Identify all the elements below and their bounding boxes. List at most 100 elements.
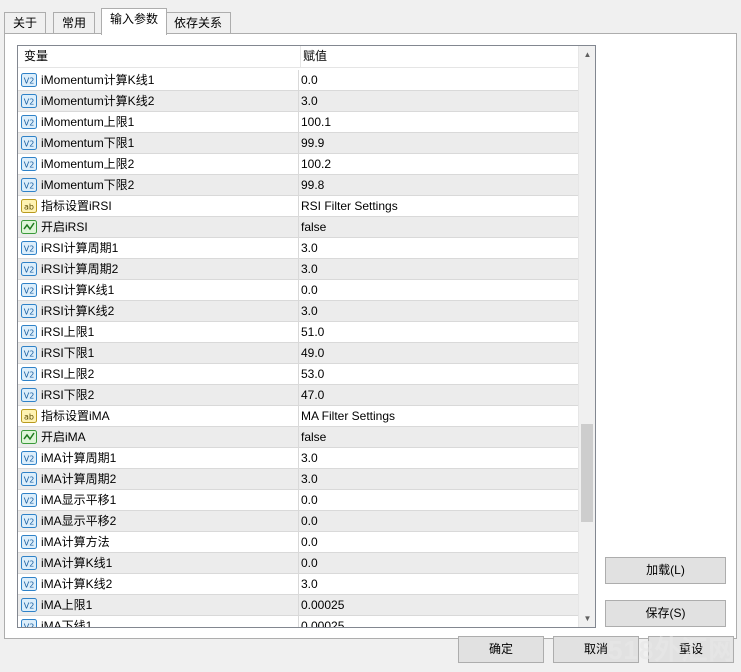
parameter-name: iRSI计算周期2 [41, 262, 119, 276]
parameter-name: iRSI计算周期1 [41, 241, 119, 255]
parameter-value[interactable]: 0.00025 [298, 595, 578, 615]
grid-row[interactable]: 开启iMA false [18, 427, 578, 448]
grid-row[interactable]: V2 iMA计算方法 0.0 [18, 532, 578, 553]
grid-row[interactable]: V2 iMA显示平移2 0.0 [18, 511, 578, 532]
grid-row[interactable]: V2 iRSI计算周期2 3.0 [18, 259, 578, 280]
parameter-value[interactable]: 0.0 [298, 511, 578, 531]
parameter-value[interactable]: 51.0 [298, 322, 578, 342]
grid-row[interactable]: ab 指标设置iRSI RSI Filter Settings [18, 196, 578, 217]
grid-row[interactable]: 开启iRSI false [18, 217, 578, 238]
parameter-value[interactable]: false [298, 427, 578, 447]
string-value-icon: ab [21, 409, 37, 423]
parameter-value[interactable]: 53.0 [298, 364, 578, 384]
parameter-value[interactable]: 3.0 [298, 238, 578, 258]
parameter-value[interactable]: 3.0 [298, 91, 578, 111]
parameter-value[interactable]: false [298, 217, 578, 237]
parameter-value[interactable]: 0.0 [298, 280, 578, 300]
parameter-value[interactable]: 100.2 [298, 154, 578, 174]
tab-bar: 关于 常用 输入参数 依存关系 [4, 8, 737, 35]
tab-common[interactable]: 常用 [53, 12, 96, 34]
parameter-value[interactable]: 3.0 [298, 259, 578, 279]
parameter-value[interactable]: 0.0 [298, 490, 578, 510]
grid-row[interactable]: V2 iRSI计算K线2 3.0 [18, 301, 578, 322]
parameter-value[interactable]: 3.0 [298, 469, 578, 489]
parameter-value[interactable]: MA Filter Settings [298, 406, 578, 426]
grid-row[interactable]: V2 iRSI计算K线1 0.0 [18, 280, 578, 301]
svg-text:V2: V2 [24, 77, 35, 86]
grid-row[interactable]: V2 iMA计算周期2 3.0 [18, 469, 578, 490]
double-value-icon: V2 [21, 514, 37, 528]
grid-row[interactable]: V2 iMomentum下限1 99.9 [18, 133, 578, 154]
grid-row[interactable]: V2 iMomentum下限2 99.8 [18, 175, 578, 196]
parameter-name: iMomentum计算K线1 [41, 73, 155, 87]
parameter-value[interactable]: 0.0 [298, 532, 578, 552]
grid-row[interactable]: V2 iMA上限1 0.00025 [18, 595, 578, 616]
parameter-value[interactable]: 3.0 [298, 574, 578, 594]
svg-text:V2: V2 [24, 287, 35, 296]
double-value-icon: V2 [21, 325, 37, 339]
scrollbar-thumb[interactable] [581, 424, 593, 522]
svg-text:V2: V2 [24, 518, 35, 527]
grid-row[interactable]: V2 iMomentum计算K线1 0.0 [18, 70, 578, 91]
grid-row[interactable]: V2 iMA计算K线1 0.0 [18, 553, 578, 574]
parameter-value[interactable]: 0.0 [298, 553, 578, 573]
parameter-value[interactable]: 99.9 [298, 133, 578, 153]
double-value-icon: V2 [21, 451, 37, 465]
grid-row[interactable]: V2 iMomentum上限2 100.2 [18, 154, 578, 175]
parameter-name: iMomentum下限1 [41, 136, 135, 150]
parameter-name: iMA计算方法 [41, 535, 110, 549]
column-header-value[interactable]: 赋值 [300, 46, 327, 67]
scroll-down-arrow-icon[interactable]: ▼ [579, 610, 595, 627]
tab-dependencies[interactable]: 依存关系 [165, 12, 232, 34]
parameter-name: iRSI下限2 [41, 388, 95, 402]
parameter-value[interactable]: 99.8 [298, 175, 578, 195]
svg-text:V2: V2 [24, 581, 35, 590]
tab-inputs[interactable]: 输入参数 [101, 8, 168, 35]
parameter-name: iMA上限1 [41, 598, 93, 612]
grid-row[interactable]: V2 iMA显示平移1 0.0 [18, 490, 578, 511]
double-value-icon: V2 [21, 577, 37, 591]
parameter-value[interactable]: 0.00025 [298, 616, 578, 627]
tab-about[interactable]: 关于 [4, 12, 47, 34]
grid-row[interactable]: V2 iMA计算K线2 3.0 [18, 574, 578, 595]
parameter-value[interactable]: RSI Filter Settings [298, 196, 578, 216]
double-value-icon: V2 [21, 94, 37, 108]
double-value-icon: V2 [21, 283, 37, 297]
svg-text:V2: V2 [24, 245, 35, 254]
double-value-icon: V2 [21, 304, 37, 318]
grid-row[interactable]: ab 指标设置iMA MA Filter Settings [18, 406, 578, 427]
scroll-up-arrow-icon[interactable]: ▲ [579, 46, 595, 63]
grid-row[interactable]: V2 iRSI上限1 51.0 [18, 322, 578, 343]
svg-text:V2: V2 [24, 623, 35, 629]
svg-text:V2: V2 [24, 329, 35, 338]
grid-row[interactable]: V2 iRSI上限2 53.0 [18, 364, 578, 385]
parameter-value[interactable]: 100.1 [298, 112, 578, 132]
parameter-value[interactable]: 47.0 [298, 385, 578, 405]
svg-text:V2: V2 [24, 602, 35, 611]
parameter-name: iMomentum下限2 [41, 178, 135, 192]
grid-row[interactable]: V2 iMA计算周期1 3.0 [18, 448, 578, 469]
grid-row[interactable]: V2 iMomentum计算K线2 3.0 [18, 91, 578, 112]
grid-row[interactable]: V2 iRSI下限1 49.0 [18, 343, 578, 364]
parameter-name: iRSI下限1 [41, 346, 95, 360]
parameter-value[interactable]: 0.0 [298, 70, 578, 90]
grid-row[interactable]: V2 iRSI下限2 47.0 [18, 385, 578, 406]
svg-text:V2: V2 [24, 308, 35, 317]
save-button[interactable]: 保存(S) [605, 600, 726, 627]
svg-text:V2: V2 [24, 119, 35, 128]
string-value-icon: ab [21, 199, 37, 213]
parameter-value[interactable]: 49.0 [298, 343, 578, 363]
parameter-value[interactable]: 3.0 [298, 301, 578, 321]
parameter-name: iMA下线1 [41, 619, 93, 628]
grid-row[interactable]: V2 iMomentum上限1 100.1 [18, 112, 578, 133]
load-button[interactable]: 加载(L) [605, 557, 726, 584]
grid-row[interactable]: V2 iRSI计算周期1 3.0 [18, 238, 578, 259]
grid-row[interactable]: V2 iMA下线1 0.00025 [18, 616, 578, 629]
vertical-scrollbar[interactable]: ▲ ▼ [578, 46, 595, 627]
watermark-logo: 518外汇网 [608, 635, 736, 665]
parameter-value[interactable]: 3.0 [298, 448, 578, 468]
ok-button[interactable]: 确定 [458, 636, 544, 663]
parameter-name: iMomentum计算K线2 [41, 94, 155, 108]
svg-text:V2: V2 [24, 539, 35, 548]
column-header-variable[interactable]: 变量 [24, 46, 48, 67]
